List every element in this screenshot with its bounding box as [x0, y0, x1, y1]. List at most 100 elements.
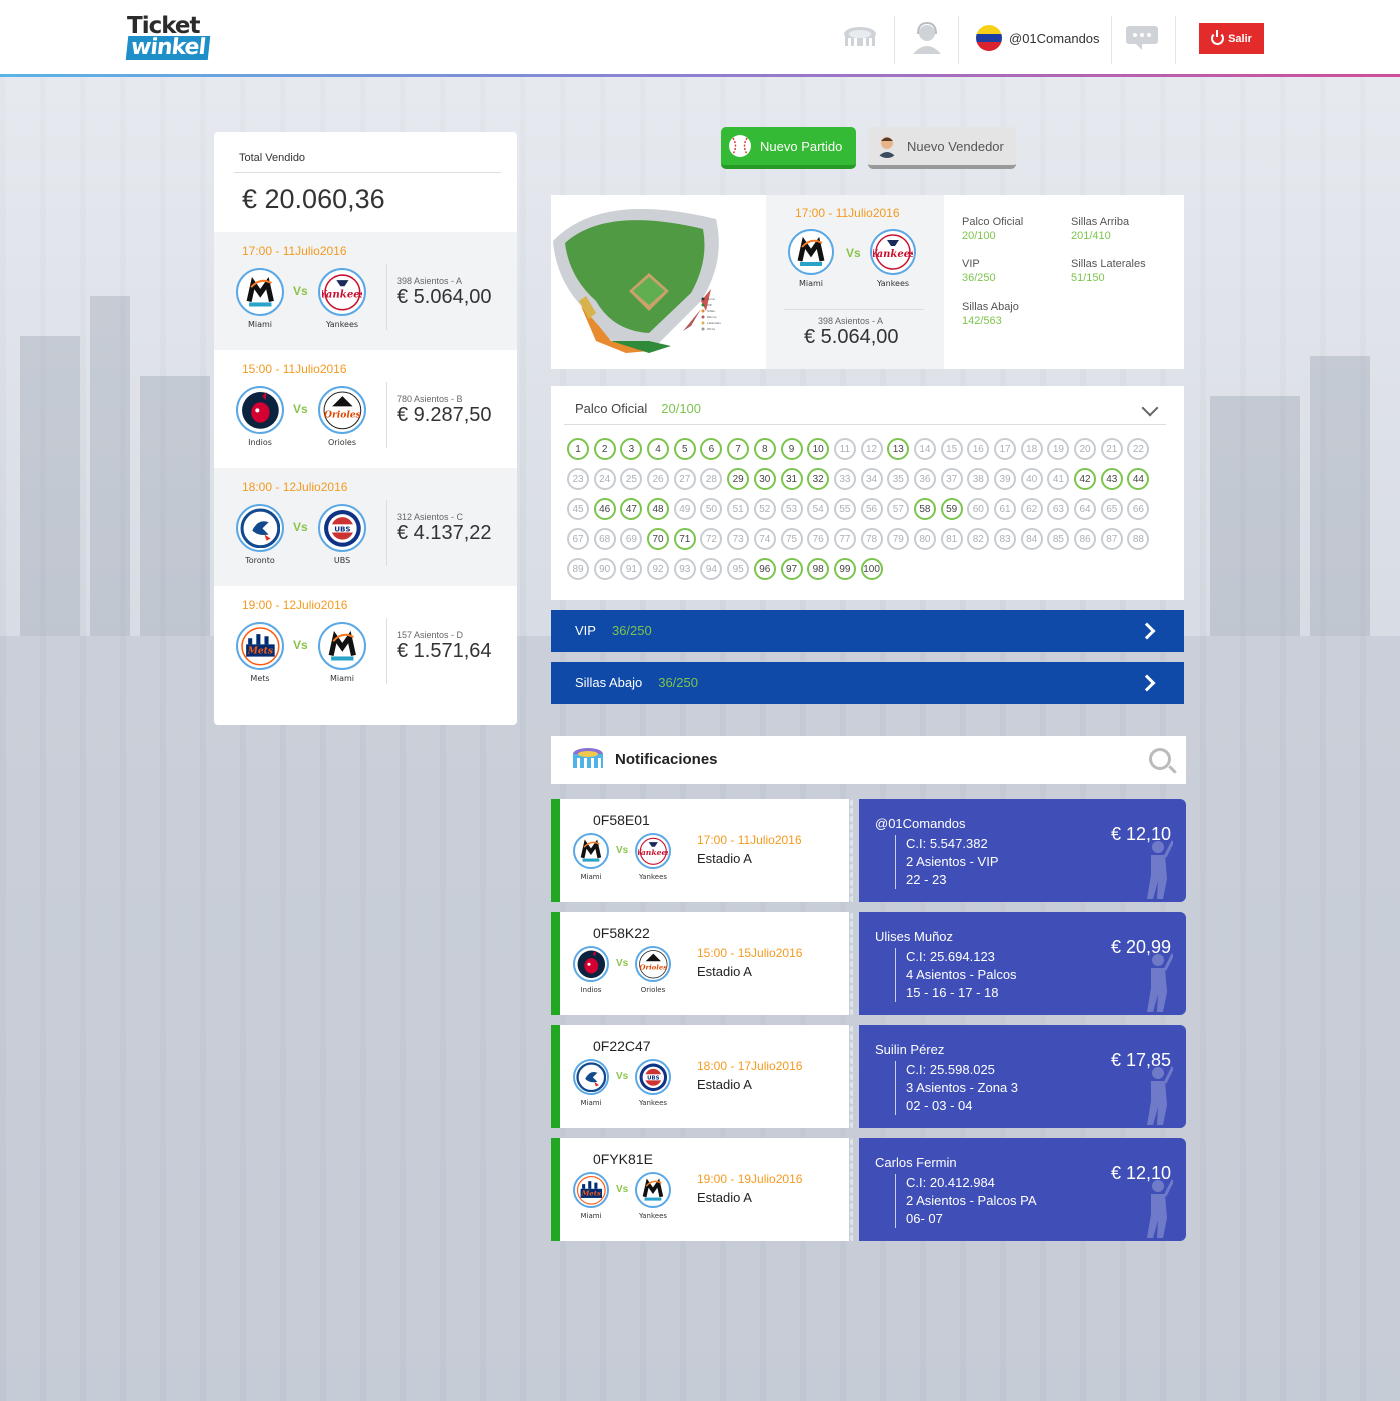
- seat-available[interactable]: 76: [807, 528, 830, 550]
- seat-sold[interactable]: 46: [593, 498, 616, 520]
- user-handle[interactable]: @01Comandos: [1009, 31, 1100, 46]
- match-row[interactable]: 18:00 - 12Julio2016 Toronto Vs UBS UBS 3…: [214, 468, 517, 586]
- seat-available[interactable]: 33: [833, 468, 856, 490]
- seat-available[interactable]: 35: [887, 468, 910, 490]
- seat-available[interactable]: 61: [994, 498, 1016, 520]
- seat-available[interactable]: 75: [780, 528, 803, 550]
- seat-available[interactable]: 90: [593, 558, 616, 580]
- seat-available[interactable]: 68: [593, 528, 616, 550]
- seat-sold[interactable]: 48: [647, 498, 670, 520]
- seat-available[interactable]: 39: [994, 468, 1016, 490]
- seat-available[interactable]: 86: [1074, 528, 1097, 550]
- seat-available[interactable]: 15: [940, 438, 963, 460]
- seat-available[interactable]: 62: [1020, 498, 1043, 520]
- seat-sold[interactable]: 1: [567, 438, 589, 460]
- seat-sold[interactable]: 29: [727, 468, 750, 490]
- notification-item[interactable]: 0FYK81E Mets Miami Vs Yankees 19:00 - 19…: [551, 1138, 1186, 1241]
- search-icon[interactable]: [1149, 748, 1171, 770]
- seat-available[interactable]: 26: [647, 468, 670, 490]
- seat-available[interactable]: 51: [727, 498, 750, 520]
- seat-available[interactable]: 74: [753, 528, 776, 550]
- seat-available[interactable]: 67: [567, 528, 589, 550]
- seat-available[interactable]: 27: [673, 468, 696, 490]
- seat-available[interactable]: 24: [593, 468, 616, 490]
- new-match-button[interactable]: Nuevo Partido: [721, 127, 856, 169]
- seat-sold[interactable]: 6: [700, 438, 723, 460]
- seat-sold[interactable]: 32: [807, 468, 830, 490]
- match-row[interactable]: 17:00 - 11Julio2016 Miami Vs Yankees Yan…: [214, 232, 517, 350]
- seat-sold[interactable]: 10: [807, 438, 830, 460]
- seat-available[interactable]: 21: [1100, 438, 1123, 460]
- seat-available[interactable]: 16: [967, 438, 990, 460]
- seat-available[interactable]: 87: [1100, 528, 1123, 550]
- seat-available[interactable]: 79: [887, 528, 910, 550]
- palco-header[interactable]: Palco Oficial 20/100: [575, 401, 701, 416]
- seat-available[interactable]: 73: [727, 528, 750, 550]
- seat-available[interactable]: 25: [620, 468, 643, 490]
- seat-available[interactable]: 57: [887, 498, 910, 520]
- seat-available[interactable]: 88: [1127, 528, 1150, 550]
- seat-available[interactable]: 18: [1020, 438, 1043, 460]
- seat-available[interactable]: 66: [1127, 498, 1150, 520]
- seat-sold[interactable]: 98: [807, 558, 830, 580]
- support-agent-icon[interactable]: [909, 20, 945, 56]
- seat-available[interactable]: 34: [860, 468, 883, 490]
- chat-icon[interactable]: [1124, 20, 1160, 56]
- seat-sold[interactable]: 42: [1074, 468, 1097, 490]
- seat-sold[interactable]: 31: [780, 468, 803, 490]
- seat-available[interactable]: 40: [1020, 468, 1043, 490]
- seat-available[interactable]: 64: [1074, 498, 1097, 520]
- seat-sold[interactable]: 44: [1127, 468, 1150, 490]
- section-sillas-abajo[interactable]: Sillas Abajo 36/250: [551, 662, 1184, 704]
- seat-available[interactable]: 95: [727, 558, 750, 580]
- seat-available[interactable]: 55: [833, 498, 856, 520]
- seat-sold[interactable]: 71: [673, 528, 696, 550]
- seat-sold[interactable]: 58: [913, 498, 936, 520]
- seat-available[interactable]: 37: [940, 468, 963, 490]
- seat-available[interactable]: 89: [567, 558, 589, 580]
- seat-available[interactable]: 69: [620, 528, 643, 550]
- match-row[interactable]: 15:00 - 11Julio2016 Indios Vs Orioles Or…: [214, 350, 517, 468]
- seat-available[interactable]: 85: [1047, 528, 1070, 550]
- seat-available[interactable]: 14: [913, 438, 936, 460]
- section-vip[interactable]: VIP 36/250: [551, 610, 1184, 652]
- notification-item[interactable]: 0F22C47 Miami Vs UBS Yankees 18:00 - 17J…: [551, 1025, 1186, 1128]
- seat-sold[interactable]: 30: [753, 468, 776, 490]
- seat-available[interactable]: 23: [567, 468, 589, 490]
- seat-available[interactable]: 17: [994, 438, 1016, 460]
- seat-sold[interactable]: 2: [593, 438, 616, 460]
- seat-available[interactable]: 93: [673, 558, 696, 580]
- seat-available[interactable]: 83: [994, 528, 1016, 550]
- seat-sold[interactable]: 99: [833, 558, 856, 580]
- seat-available[interactable]: 80: [913, 528, 936, 550]
- match-row[interactable]: 19:00 - 12Julio2016 Mets Mets Vs Miami 1…: [214, 586, 517, 704]
- seat-available[interactable]: 82: [967, 528, 990, 550]
- seat-sold[interactable]: 3: [620, 438, 643, 460]
- seat-available[interactable]: 28: [700, 468, 723, 490]
- seat-sold[interactable]: 100: [860, 558, 883, 580]
- seat-sold[interactable]: 7: [727, 438, 750, 460]
- seat-available[interactable]: 78: [860, 528, 883, 550]
- seat-available[interactable]: 54: [807, 498, 830, 520]
- seat-available[interactable]: 12: [860, 438, 883, 460]
- stadium-icon[interactable]: [842, 20, 878, 56]
- notification-item[interactable]: 0F58K22 Indios Vs Orioles Orioles 15:00 …: [551, 912, 1186, 1015]
- notification-item[interactable]: 0F58E01 Miami Vs Yankees Yankees 17:00 -…: [551, 799, 1186, 902]
- seat-available[interactable]: 77: [833, 528, 856, 550]
- seat-available[interactable]: 20: [1074, 438, 1097, 460]
- seat-sold[interactable]: 8: [753, 438, 776, 460]
- seat-sold[interactable]: 43: [1100, 468, 1123, 490]
- seat-sold[interactable]: 70: [647, 528, 670, 550]
- seat-available[interactable]: 81: [940, 528, 963, 550]
- seat-sold[interactable]: 4: [647, 438, 670, 460]
- seat-available[interactable]: 36: [913, 468, 936, 490]
- seat-available[interactable]: 45: [567, 498, 589, 520]
- seat-available[interactable]: 41: [1047, 468, 1070, 490]
- seat-available[interactable]: 84: [1020, 528, 1043, 550]
- seat-available[interactable]: 50: [700, 498, 723, 520]
- seat-available[interactable]: 63: [1047, 498, 1070, 520]
- seat-available[interactable]: 91: [620, 558, 643, 580]
- seat-available[interactable]: 19: [1047, 438, 1070, 460]
- seat-available[interactable]: 72: [700, 528, 723, 550]
- seat-available[interactable]: 56: [860, 498, 883, 520]
